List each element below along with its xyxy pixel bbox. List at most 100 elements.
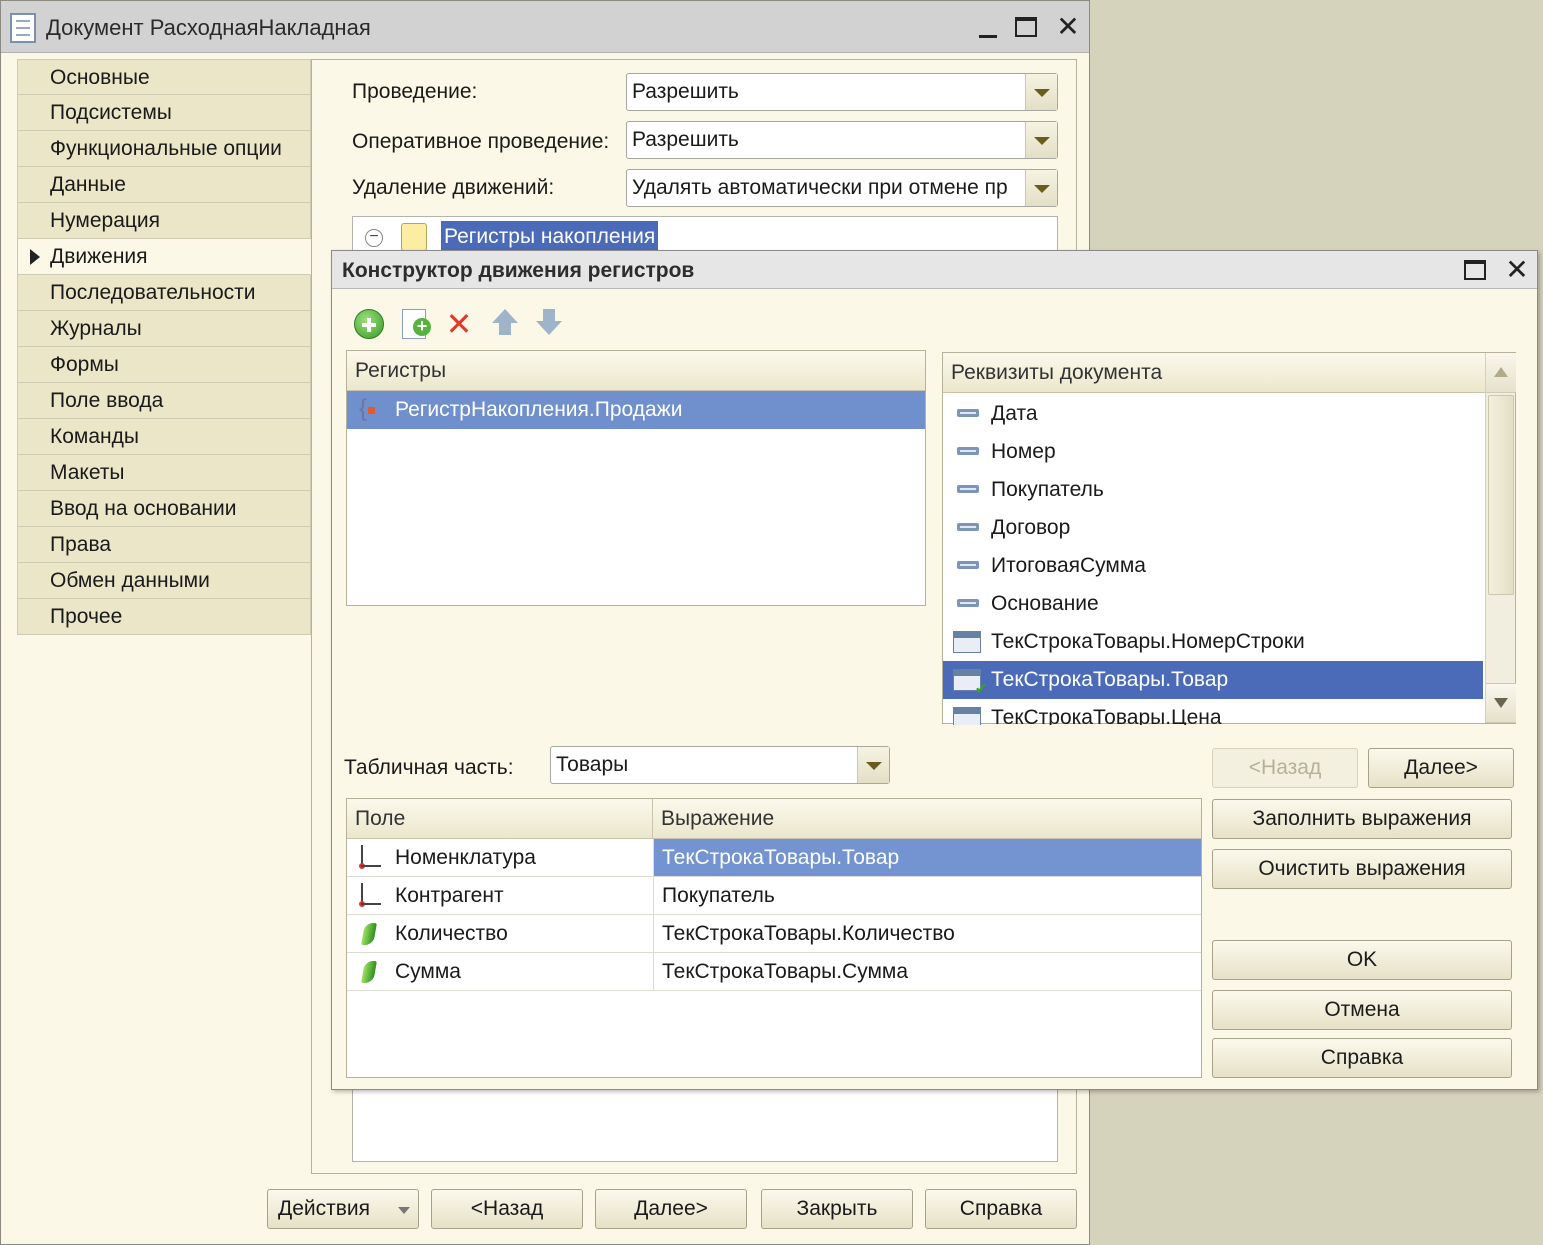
tab-komandy[interactable]: Команды bbox=[17, 419, 311, 455]
help-button[interactable]: Справка bbox=[1212, 1038, 1512, 1078]
dropdown-arrow-icon[interactable] bbox=[1025, 170, 1057, 206]
active-tab-arrow-icon bbox=[30, 249, 40, 265]
move-up-icon[interactable] bbox=[488, 309, 522, 341]
help-button[interactable]: Справка bbox=[925, 1189, 1077, 1229]
field-icon bbox=[957, 599, 979, 607]
list-item[interactable]: Основание bbox=[943, 585, 1483, 623]
tabular-part-label: Табличная часть: bbox=[344, 756, 514, 779]
field-icon bbox=[957, 561, 979, 569]
realtime-posting-label: Оперативное проведение: bbox=[352, 130, 610, 153]
tab-zhurnaly[interactable]: Журналы bbox=[17, 311, 311, 347]
maximize-icon[interactable] bbox=[1460, 256, 1490, 286]
dialog-title: Конструктор движения регистров bbox=[342, 259, 695, 282]
copy-icon[interactable] bbox=[402, 309, 431, 339]
field-expression-table: Поле Выражение Номенклатура ТекСтрокаТов… bbox=[346, 798, 1202, 1078]
list-item[interactable]: Номер bbox=[943, 433, 1483, 471]
next-button[interactable]: Далее> bbox=[595, 1189, 747, 1229]
table-header: Поле Выражение bbox=[347, 799, 1201, 839]
scroll-thumb[interactable] bbox=[1488, 395, 1514, 595]
table-row[interactable]: Количество ТекСтрокаТовары.Количество bbox=[347, 915, 1201, 953]
registers-header: Регистры bbox=[347, 351, 925, 391]
delete-movements-select[interactable]: Удалять автоматически при отмене пр bbox=[626, 169, 1058, 207]
field-icon bbox=[957, 447, 979, 455]
tree-node-label: Регистры накопления bbox=[441, 221, 659, 253]
document-attributes-panel: Реквизиты документа Дата Номер Покупател… bbox=[942, 352, 1516, 725]
resource-icon bbox=[361, 961, 377, 983]
tab-vvod-na-osnovanii[interactable]: Ввод на основании bbox=[17, 491, 311, 527]
collapse-icon[interactable]: − bbox=[365, 229, 383, 247]
back-button[interactable]: <Назад bbox=[431, 1189, 583, 1229]
move-down-icon[interactable] bbox=[532, 309, 566, 341]
add-icon[interactable] bbox=[354, 309, 384, 339]
document-icon bbox=[10, 13, 36, 43]
tabular-part-select[interactable]: Товары bbox=[550, 746, 890, 784]
register-item[interactable]: { РегистрНакопления.Продажи bbox=[347, 391, 925, 429]
realtime-posting-select[interactable]: Разрешить bbox=[626, 121, 1058, 159]
tab-posledovatelnosti[interactable]: Последовательности bbox=[17, 275, 311, 311]
register-movement-constructor-dialog: Конструктор движения регистров ✕ ✕ Регис… bbox=[331, 250, 1538, 1090]
tab-osnovnye[interactable]: Основные bbox=[17, 59, 311, 95]
main-title-bar: Документ РасходнаяНакладная ✕ bbox=[1, 1, 1089, 53]
maximize-icon[interactable] bbox=[1011, 13, 1041, 43]
clear-expressions-button[interactable]: Очистить выражения bbox=[1212, 849, 1512, 889]
attributes-header: Реквизиты документа bbox=[943, 353, 1485, 393]
close-icon[interactable]: ✕ bbox=[1053, 13, 1083, 43]
scroll-down-icon[interactable] bbox=[1486, 683, 1516, 723]
dropdown-arrow-icon[interactable] bbox=[1025, 122, 1057, 158]
close-button[interactable]: Закрыть bbox=[761, 1189, 913, 1229]
scroll-up-icon[interactable] bbox=[1486, 353, 1516, 393]
tab-prava[interactable]: Права bbox=[17, 527, 311, 563]
table-row[interactable]: Номенклатура ТекСтрокаТовары.Товар bbox=[347, 839, 1201, 877]
dimension-icon bbox=[359, 845, 383, 871]
list-item[interactable]: ТекСтрокаТовары.НомерСтроки bbox=[943, 623, 1483, 661]
back-button[interactable]: <Назад bbox=[1212, 748, 1358, 788]
field-icon bbox=[957, 485, 979, 493]
dimension-icon bbox=[359, 883, 383, 909]
minimize-icon[interactable] bbox=[973, 13, 1003, 43]
tab-makety[interactable]: Макеты bbox=[17, 455, 311, 491]
posting-label: Проведение: bbox=[352, 80, 478, 103]
dropdown-arrow-icon[interactable] bbox=[1025, 74, 1057, 110]
tab-list: Основные Подсистемы Функциональные опции… bbox=[17, 59, 311, 635]
column-header-expression[interactable]: Выражение bbox=[661, 799, 774, 839]
main-window-title: Документ РасходнаяНакладная bbox=[46, 15, 371, 40]
next-button[interactable]: Далее> bbox=[1368, 748, 1514, 788]
tab-prochee[interactable]: Прочее bbox=[17, 599, 311, 635]
table-row[interactable]: Контрагент Покупатель bbox=[347, 877, 1201, 915]
list-item[interactable]: ТекСтрокаТовары.Цена bbox=[943, 699, 1483, 725]
dropdown-arrow-icon[interactable] bbox=[857, 747, 889, 783]
field-icon bbox=[957, 523, 979, 531]
list-item[interactable]: Дата bbox=[943, 395, 1483, 433]
list-item[interactable]: Договор bbox=[943, 509, 1483, 547]
table-row[interactable]: Сумма ТекСтрокаТовары.Сумма bbox=[347, 953, 1201, 991]
tab-dannye[interactable]: Данные bbox=[17, 167, 311, 203]
tabular-field-check-icon bbox=[953, 669, 988, 698]
tabular-field-icon bbox=[953, 707, 981, 725]
attributes-scrollbar[interactable] bbox=[1485, 353, 1516, 723]
tab-numeratsiya[interactable]: Нумерация bbox=[17, 203, 311, 239]
ok-button[interactable]: OK bbox=[1212, 940, 1512, 980]
tab-obmen-dannymi[interactable]: Обмен данными bbox=[17, 563, 311, 599]
list-item-selected[interactable]: ТекСтрокаТовары.Товар bbox=[943, 661, 1483, 699]
delete-icon[interactable]: ✕ bbox=[442, 308, 476, 341]
tab-formy[interactable]: Формы bbox=[17, 347, 311, 383]
delete-movements-label: Удаление движений: bbox=[352, 176, 555, 199]
tab-podsistemy[interactable]: Подсистемы bbox=[17, 95, 311, 131]
tab-dvizheniya[interactable]: Движения bbox=[17, 239, 311, 275]
close-icon[interactable]: ✕ bbox=[1502, 256, 1532, 286]
resource-icon bbox=[361, 923, 377, 945]
tab-funktsionalnye-optsii[interactable]: Функциональные опции bbox=[17, 131, 311, 167]
tab-pole-vvoda[interactable]: Поле ввода bbox=[17, 383, 311, 419]
column-header-field[interactable]: Поле bbox=[355, 799, 405, 839]
list-item[interactable]: ИтоговаяСумма bbox=[943, 547, 1483, 585]
accumulation-register-icon bbox=[401, 223, 427, 251]
accumulation-register-icon: { bbox=[359, 397, 379, 423]
dialog-title-bar: Конструктор движения регистров ✕ bbox=[332, 251, 1537, 289]
list-item[interactable]: Покупатель bbox=[943, 471, 1483, 509]
registers-panel: Регистры { РегистрНакопления.Продажи bbox=[346, 350, 926, 606]
field-icon bbox=[957, 409, 979, 417]
fill-expressions-button[interactable]: Заполнить выражения bbox=[1212, 799, 1512, 839]
posting-select[interactable]: Разрешить bbox=[626, 73, 1058, 111]
cancel-button[interactable]: Отмена bbox=[1212, 990, 1512, 1030]
actions-button[interactable]: Действия bbox=[267, 1189, 419, 1229]
